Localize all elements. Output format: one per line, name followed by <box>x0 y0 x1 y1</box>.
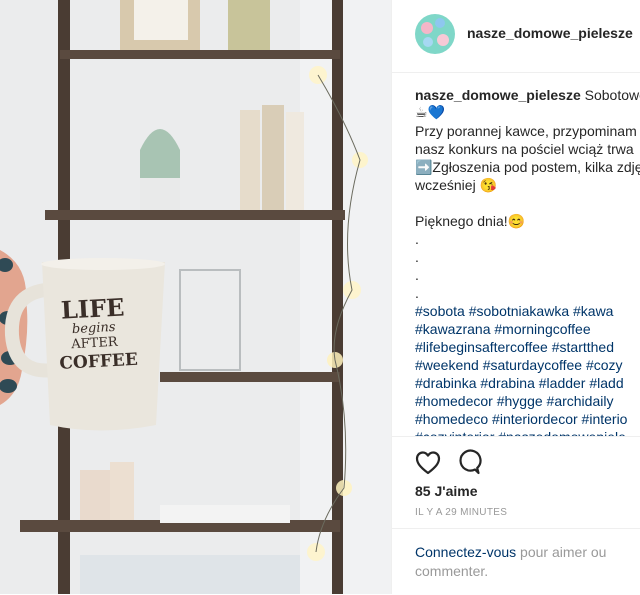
caption-line: Przy porannej kawce, przypominam <box>415 123 637 139</box>
caption-line: . <box>415 267 419 283</box>
post-actions: 85 J'aime IL Y A 29 MINUTES Connectez-vo… <box>392 436 640 595</box>
avatar-flower-decoration <box>421 22 433 34</box>
post-timestamp[interactable]: IL Y A 29 MINUTES <box>415 507 507 518</box>
post-caption: nasze_domowe_pielesze Sobotowo ☕💙 Przy p… <box>415 86 640 436</box>
avatar[interactable] <box>415 14 455 54</box>
caption-hashtags[interactable]: #sobota #sobotniakawka #kawa <box>415 302 640 320</box>
caption-hashtags[interactable]: #kawazrana #morningcoffee <box>415 320 640 338</box>
mug-text: LIFE begins AFTER COFFEE <box>56 292 139 374</box>
caption-hashtags[interactable]: #cozyinterior #naszedomowepiele <box>415 428 640 436</box>
caption-hashtags[interactable]: #homedeco #interiordecor #interio <box>415 410 640 428</box>
post-username[interactable]: nasze_domowe_pielesze <box>467 25 633 41</box>
avatar-flower-decoration <box>435 18 445 28</box>
caption-line: . <box>415 285 419 301</box>
caption-hashtags[interactable]: #weekend #saturdaycoffee #cozy <box>415 356 640 374</box>
caption-line: wcześniej 😘 <box>415 177 498 193</box>
caption-hashtags[interactable]: #drabinka #drabina #ladder #ladd <box>415 374 640 392</box>
caption-first-text: Sobotowo <box>584 87 640 103</box>
mug-text-line: COFFEE <box>58 349 139 374</box>
caption-author[interactable]: nasze_domowe_pielesze <box>415 87 581 103</box>
caption-line: nasz konkurs na pościel wciąż trwa <box>415 141 634 157</box>
heart-icon[interactable] <box>414 449 442 477</box>
caption-hashtags[interactable]: #homedecor #hygge #archidaily <box>415 392 640 410</box>
post-image: LIFE begins AFTER COFFEE <box>0 0 391 594</box>
caption-line: ➡️Zgłoszenia pod postem, kilka zdjęć <box>415 159 640 175</box>
comment-icon[interactable] <box>454 449 482 477</box>
post-sidebar: nasze_domowe_pielesze nasze_domowe_piele… <box>392 0 640 594</box>
caption-first-line: nasze_domowe_pielesze Sobotowo <box>415 86 640 104</box>
caption-hashtags[interactable]: #lifebeginsaftercoffee #startthed <box>415 338 640 356</box>
avatar-flower-decoration <box>423 37 433 47</box>
login-link[interactable]: Connectez-vous <box>415 544 516 560</box>
like-count[interactable]: 85 J'aime <box>415 483 478 499</box>
caption-line: . <box>415 249 419 265</box>
caption-line <box>415 194 640 212</box>
login-prompt: Connectez-vous pour aimer ou commenter. <box>392 528 640 595</box>
caption-line: Pięknego dnia!😊 <box>415 213 526 229</box>
caption-line: . <box>415 231 419 247</box>
caption-emoji-line: ☕💙 <box>415 105 445 121</box>
post-header: nasze_domowe_pielesze <box>392 0 640 73</box>
avatar-flower-decoration <box>437 34 449 46</box>
mug-text-line: LIFE <box>60 292 126 325</box>
